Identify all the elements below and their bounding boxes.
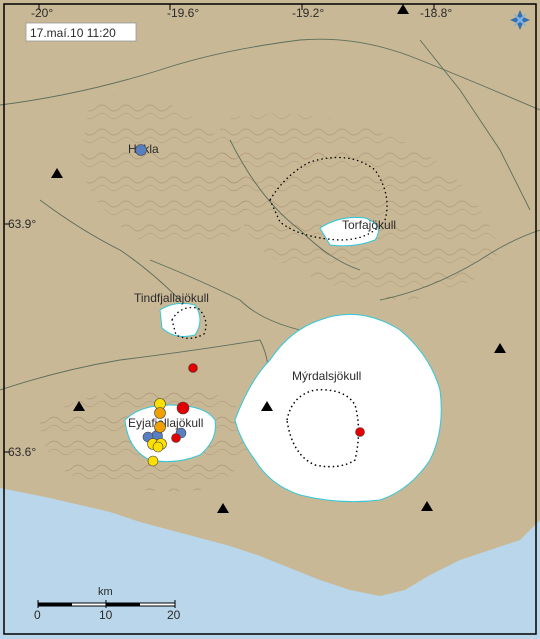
quake-marker	[176, 401, 190, 415]
label-tindfjallajokull: Tindfjallajökull	[134, 291, 209, 305]
scale-unit: km	[98, 586, 113, 598]
lon-label-3: -19.2°	[292, 6, 324, 20]
quake-marker	[171, 433, 181, 443]
tindfjallajokull-glacier	[159, 302, 201, 337]
map-canvas: -20° -19.6° -19.2° -18.8° 63.9° 63.6° 17…	[0, 0, 540, 639]
label-myrdalsjokull: Mýrdalsjökull	[292, 369, 361, 383]
lon-label-2: -19.6°	[167, 6, 199, 20]
quake-marker	[154, 421, 166, 433]
lat-label-1: 63.9°	[8, 217, 36, 231]
quake-marker	[355, 427, 365, 437]
quake-marker	[147, 455, 159, 467]
scale-label-20: 20	[167, 608, 181, 622]
lat-label-2: 63.6°	[8, 445, 36, 459]
scale-label-0: 0	[34, 608, 41, 622]
label-torfajokull: Torfajökull	[342, 218, 396, 232]
timestamp: 17.maí.10 11:20	[30, 26, 116, 40]
quake-marker	[135, 144, 147, 156]
lon-label-4: -18.8°	[420, 6, 452, 20]
quake-marker	[152, 441, 164, 453]
quake-marker	[154, 407, 166, 419]
earthquake-map: -20° -19.6° -19.2° -18.8° 63.9° 63.6° 17…	[0, 0, 540, 639]
lon-label-1: -20°	[31, 6, 53, 20]
imo-star-logo-icon	[510, 10, 530, 30]
quake-marker	[188, 363, 198, 373]
scale-label-10: 10	[99, 608, 113, 622]
